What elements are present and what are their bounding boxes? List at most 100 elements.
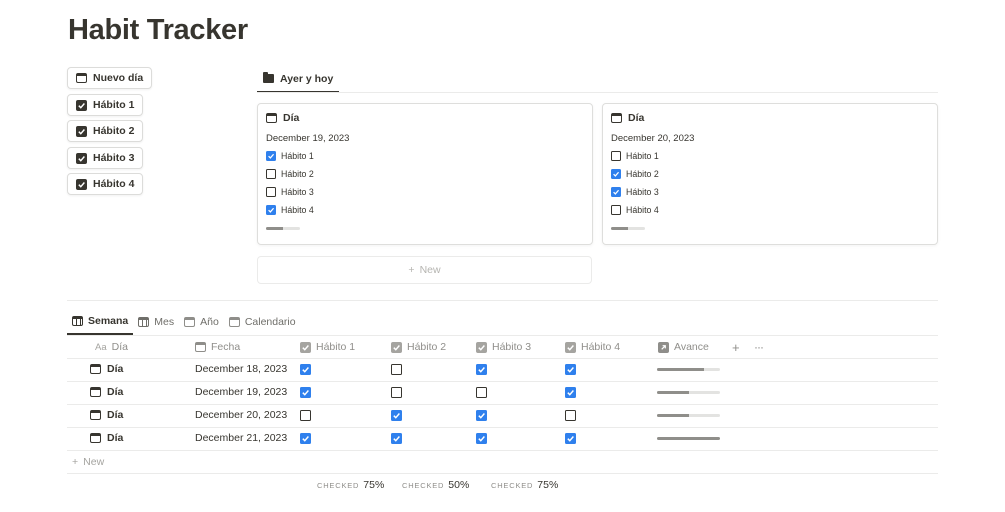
checkbox-icon[interactable]	[476, 386, 487, 398]
row-title[interactable]: Día	[90, 381, 123, 403]
tab-ano[interactable]: Año	[179, 309, 224, 335]
habito-2-button[interactable]: Hábito 2	[67, 120, 144, 142]
checkbox-icon[interactable]	[476, 432, 487, 444]
checkbox-icon[interactable]	[391, 386, 402, 398]
tab-label: Semana	[88, 315, 129, 327]
checkbox-icon[interactable]	[611, 151, 621, 161]
header-label: Hábito 4	[581, 341, 621, 353]
habit-cell	[476, 427, 487, 449]
plus-icon: +	[408, 264, 415, 276]
row-date[interactable]: December 18, 2023	[195, 358, 287, 380]
progress-fill	[657, 367, 705, 371]
divider	[67, 473, 938, 474]
calendar-icon	[184, 317, 196, 327]
tab-calendario[interactable]: Calendario	[224, 309, 301, 335]
header-label: Fecha	[211, 341, 241, 353]
column-header-fecha[interactable]: Fecha	[195, 336, 240, 358]
calendar-icon	[228, 317, 240, 327]
checkbox-icon[interactable]	[300, 386, 311, 398]
column-header-dia[interactable]: Aa Día	[95, 336, 128, 358]
gallery-card[interactable]: Día December 19, 2023 Hábito 1 Hábito 2 …	[257, 103, 593, 245]
checkbox-icon[interactable]	[565, 386, 576, 398]
checkbox-icon[interactable]	[300, 363, 311, 375]
habito-4-button[interactable]: Hábito 4	[67, 173, 144, 195]
checkbox-icon[interactable]	[266, 187, 276, 197]
row-title-text: Día	[107, 409, 124, 421]
checkbox-icon[interactable]	[391, 409, 402, 421]
row-date[interactable]: December 20, 2023	[195, 404, 287, 426]
card-habit: Hábito 1	[611, 151, 659, 161]
checkbox-icon[interactable]	[476, 363, 487, 375]
gallery-card[interactable]: Día December 20, 2023 Hábito 1 Hábito 2 …	[602, 103, 938, 245]
tab-label: Ayer y hoy	[280, 72, 334, 85]
checkbox-icon[interactable]	[476, 409, 487, 421]
checkbox-icon[interactable]	[391, 363, 402, 375]
checkbox-icon[interactable]	[391, 432, 402, 444]
checkbox-icon[interactable]	[565, 409, 576, 421]
calendar-icon	[266, 113, 277, 123]
checkbox-icon[interactable]	[266, 169, 276, 179]
card-title-text: Día	[283, 112, 300, 124]
page-title: Habit Tracker	[68, 14, 248, 46]
row-title-text: Día	[107, 432, 124, 444]
row-title[interactable]: Día	[90, 358, 123, 380]
checkbox-icon[interactable]	[611, 205, 621, 215]
column-header-habito-1[interactable]: Hábito 1	[300, 336, 355, 358]
progress-cell	[657, 381, 720, 403]
row-title[interactable]: Día	[90, 404, 123, 426]
tab-semana[interactable]: Semana	[67, 309, 134, 335]
calendar-icon	[90, 364, 101, 374]
calculation-habito-2[interactable]: CHECKED 75%	[317, 479, 384, 491]
more-options-button[interactable]: ···	[754, 336, 764, 358]
card-habit: Hábito 4	[266, 205, 314, 215]
progress-cell	[657, 358, 720, 380]
habito-1-button[interactable]: Hábito 1	[67, 94, 144, 116]
calc-label: CHECKED	[317, 481, 360, 490]
calc-label: CHECKED	[402, 481, 445, 490]
checkbox-icon[interactable]	[565, 363, 576, 375]
checkbox-icon[interactable]	[266, 205, 276, 215]
folder-icon	[263, 72, 274, 83]
row-title-text: Día	[107, 386, 124, 398]
habit-cell	[391, 381, 402, 403]
button-label: Hábito 2	[93, 125, 135, 137]
habit-label: Hábito 2	[626, 169, 659, 179]
checkbox-icon[interactable]	[266, 151, 276, 161]
column-header-habito-2[interactable]: Hábito 2	[391, 336, 446, 358]
column-header-avance[interactable]: Avance	[658, 336, 709, 358]
habit-cell	[565, 404, 576, 426]
nuevo-dia-button[interactable]: Nuevo día	[67, 67, 153, 89]
header-label: Día	[111, 341, 128, 353]
card-title: Día	[611, 112, 644, 124]
calendar-icon	[611, 113, 622, 123]
progress-icon	[658, 341, 669, 353]
habit-cell	[565, 358, 576, 380]
checkbox-icon[interactable]	[300, 409, 311, 421]
calendar-icon	[195, 342, 206, 352]
checkbox-icon[interactable]	[611, 187, 621, 197]
gallery-new-button[interactable]: + New	[257, 256, 592, 284]
calculation-habito-3[interactable]: CHECKED 50%	[402, 479, 469, 491]
row-date[interactable]: December 19, 2023	[195, 381, 287, 403]
card-habit: Hábito 3	[611, 187, 659, 197]
add-column-button[interactable]: +	[732, 336, 740, 358]
calculation-habito-4[interactable]: CHECKED 75%	[491, 479, 558, 491]
row-date[interactable]: December 21, 2023	[195, 427, 287, 449]
row-title[interactable]: Día	[90, 427, 123, 449]
card-habit: Hábito 4	[611, 205, 659, 215]
checkbox-icon[interactable]	[611, 169, 621, 179]
column-header-habito-3[interactable]: Hábito 3	[476, 336, 531, 358]
tab-mes[interactable]: Mes	[133, 309, 179, 335]
tab-ayer-y-hoy[interactable]: Ayer y hoy	[257, 66, 340, 93]
habito-3-button[interactable]: Hábito 3	[67, 147, 144, 169]
text-type-icon: Aa	[95, 341, 107, 353]
calc-value: 50%	[448, 479, 470, 491]
button-label: Hábito 1	[93, 99, 135, 111]
checkbox-icon[interactable]	[565, 432, 576, 444]
divider	[67, 450, 938, 451]
column-header-habito-4[interactable]: Hábito 4	[565, 336, 620, 358]
checkbox-icon[interactable]	[300, 432, 311, 444]
habit-cell	[476, 358, 487, 380]
habit-cell	[565, 427, 576, 449]
table-new-button[interactable]: + New	[72, 451, 104, 473]
